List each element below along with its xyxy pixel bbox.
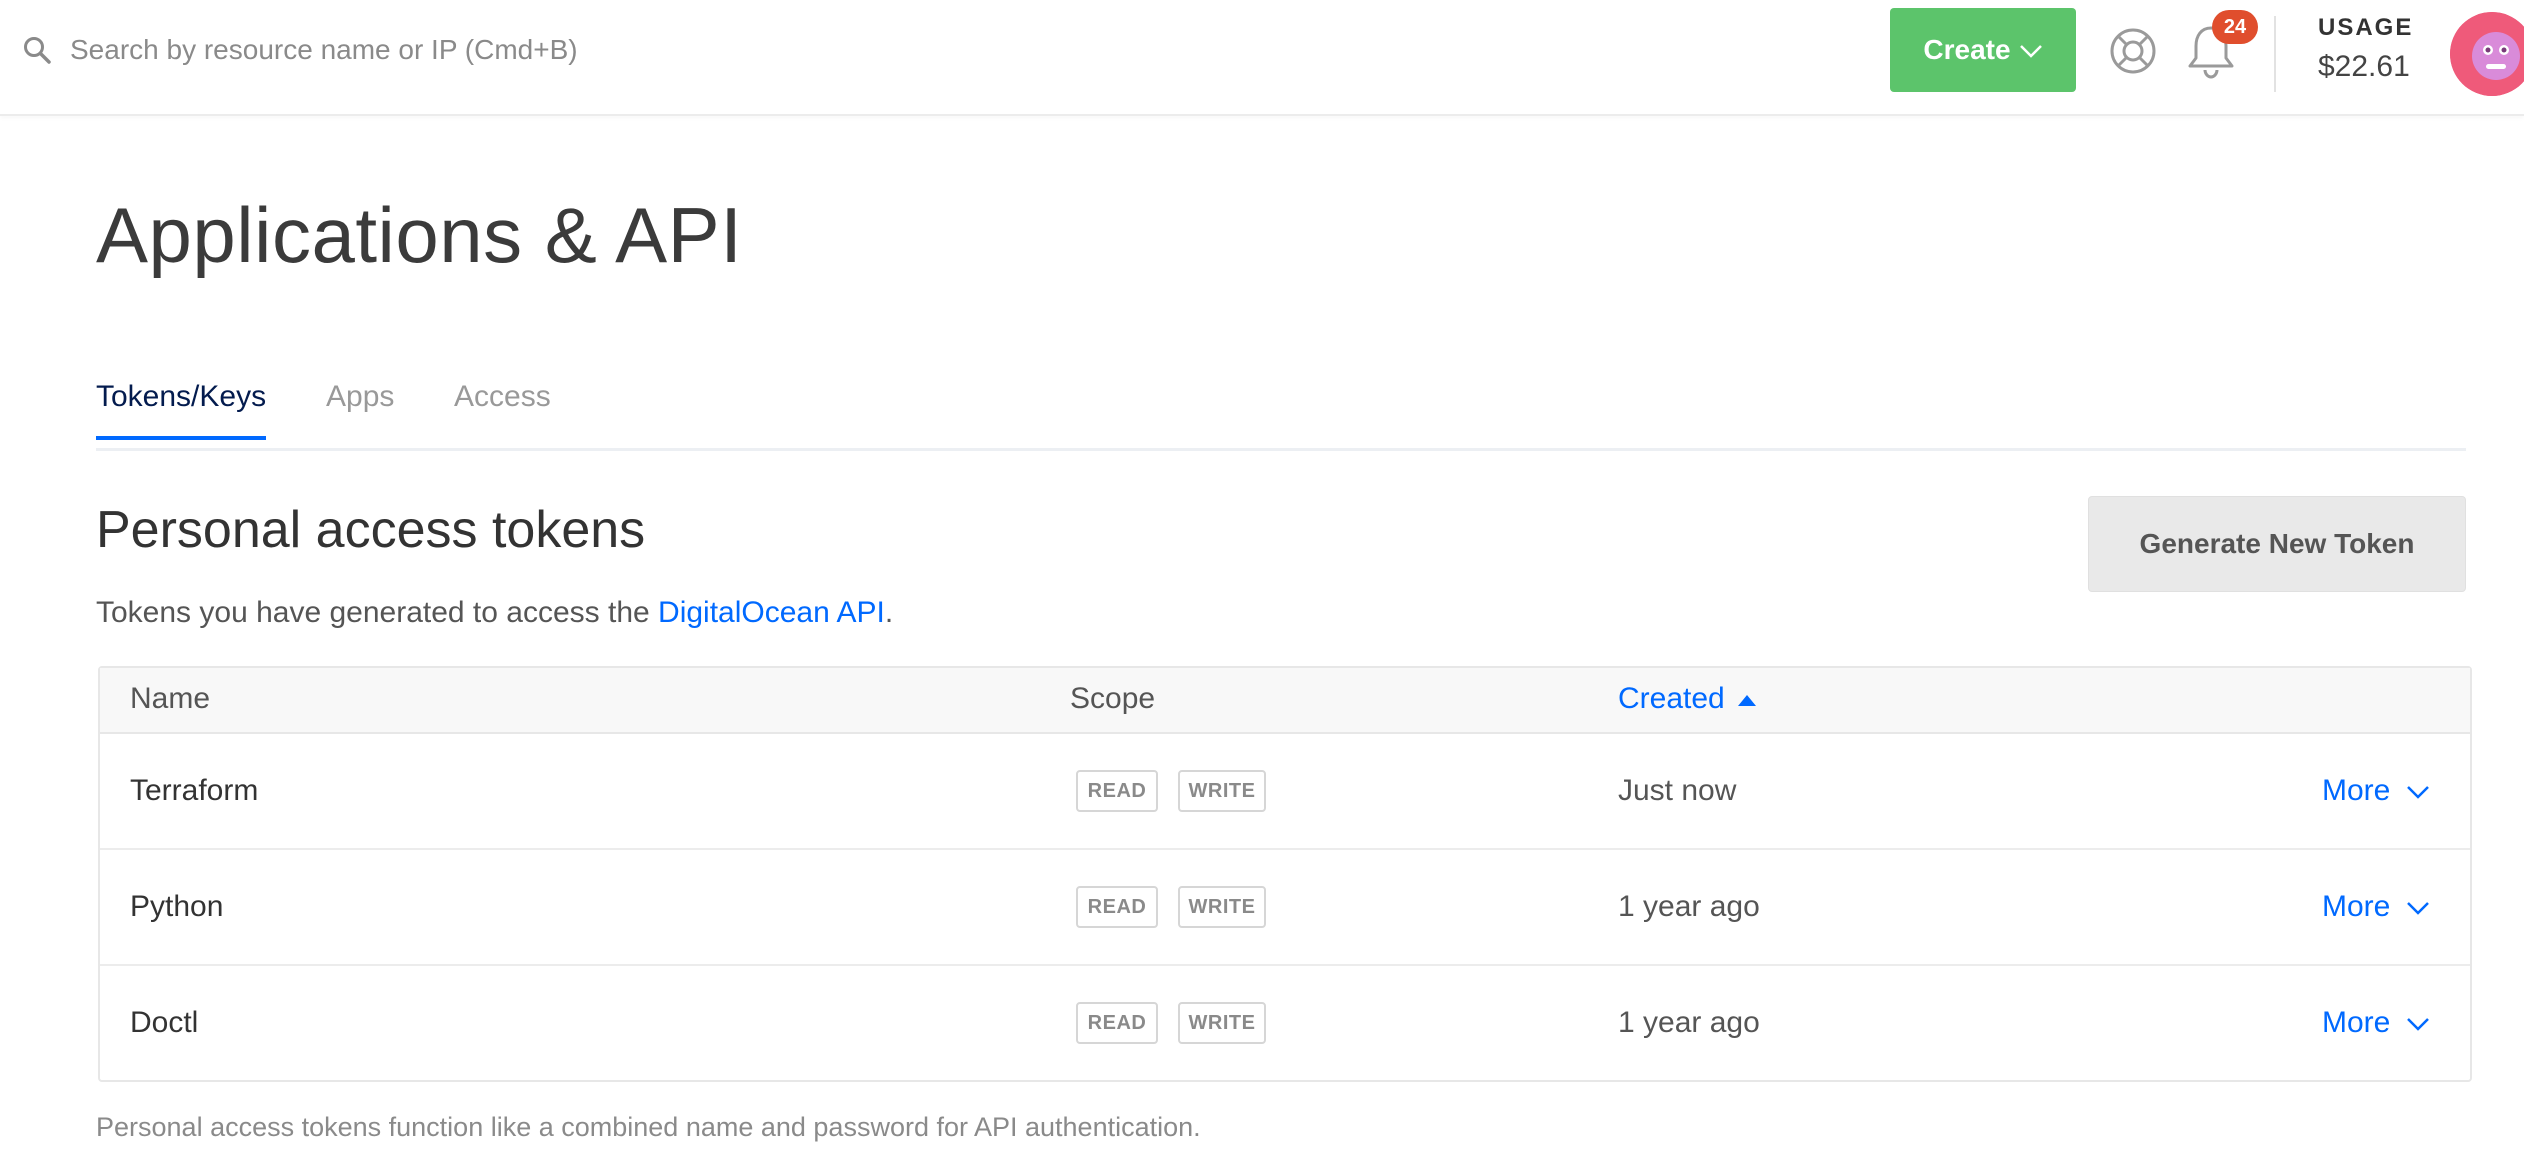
tab-access[interactable]: Access [454, 380, 551, 436]
table-row: Terraform READ WRITE Just now More [100, 734, 2470, 850]
usage-summary[interactable]: USAGE $22.61 [2318, 14, 2434, 84]
more-label: More [2322, 1006, 2391, 1039]
search-bar [20, 22, 972, 78]
token-created: 1 year ago [1618, 1006, 1760, 1039]
search-input[interactable] [68, 33, 972, 67]
search-icon [20, 33, 54, 67]
tab-tokens-keys[interactable]: Tokens/Keys [96, 380, 267, 440]
token-name: Terraform [130, 774, 259, 807]
scope-read-badge: READ [1076, 886, 1158, 928]
token-created: 1 year ago [1618, 890, 1760, 923]
more-label: More [2322, 890, 2391, 923]
column-header-created-label: Created [1618, 682, 1725, 715]
create-button[interactable]: Create [1890, 8, 2076, 92]
more-menu-button[interactable]: More [2322, 1006, 2430, 1040]
chevron-down-icon [2406, 774, 2430, 808]
column-header-created[interactable]: Created [1618, 682, 1757, 716]
help-lifebuoy-icon[interactable] [2108, 26, 2158, 76]
chevron-down-icon [2406, 1006, 2430, 1040]
tab-bar: Tokens/Keys Apps Access [96, 372, 2466, 451]
tab-apps[interactable]: Apps [326, 380, 394, 436]
more-menu-button[interactable]: More [2322, 890, 2430, 924]
avatar[interactable] [2450, 12, 2524, 96]
usage-label: USAGE [2318, 14, 2414, 41]
scope-write-badge: WRITE [1178, 1002, 1266, 1044]
scope-read-badge: READ [1076, 770, 1158, 812]
scope-write-badge: WRITE [1178, 770, 1266, 812]
generate-new-token-button[interactable]: Generate New Token [2088, 496, 2466, 592]
section-title: Personal access tokens [96, 501, 646, 559]
section-subtitle: Tokens you have generated to access the … [96, 596, 893, 630]
top-bar: Create 24 USAGE $22.61 [0, 0, 2524, 116]
header-divider [2274, 16, 2276, 92]
usage-amount: $22.61 [2318, 50, 2410, 83]
scope-write-badge: WRITE [1178, 886, 1266, 928]
token-created: Just now [1618, 774, 1737, 807]
more-menu-button[interactable]: More [2322, 774, 2430, 808]
table-row: Doctl READ WRITE 1 year ago More [100, 966, 2470, 1080]
more-label: More [2322, 774, 2391, 807]
section-subtitle-text: Tokens you have generated to access the [96, 596, 659, 629]
section-subtitle-suffix: . [884, 596, 894, 629]
token-name: Doctl [130, 1006, 199, 1039]
scope-read-badge: READ [1076, 1002, 1158, 1044]
notifications-count-badge: 24 [2212, 10, 2258, 44]
column-header-scope: Scope [1070, 682, 1156, 715]
digitalocean-api-link[interactable]: DigitalOcean API [658, 596, 885, 629]
table-header: Name Scope Created [100, 668, 2470, 734]
token-name: Python [130, 890, 224, 923]
sort-ascending-icon [1737, 682, 1757, 716]
column-header-name: Name [130, 682, 211, 715]
table-row: Python READ WRITE 1 year ago More [100, 850, 2470, 966]
chevron-down-icon [2406, 890, 2430, 924]
chevron-down-icon [2019, 34, 2043, 66]
tokens-table: Name Scope Created Terraform READ WRITE … [98, 666, 2472, 1082]
create-button-label: Create [1923, 34, 2011, 65]
page-title: Applications & API [96, 191, 743, 279]
footnote: Personal access tokens function like a c… [96, 1112, 1201, 1142]
